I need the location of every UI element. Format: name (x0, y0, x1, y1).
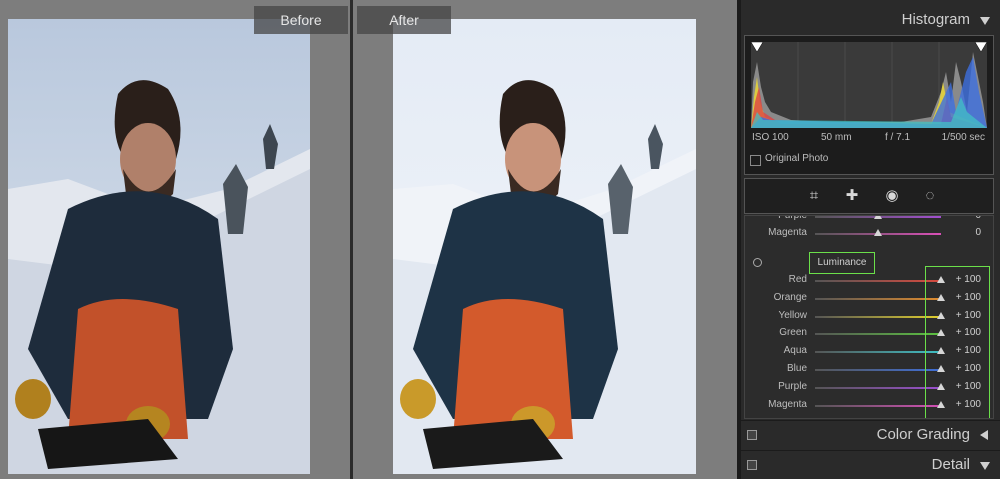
slider-value[interactable]: 0 (975, 216, 981, 221)
original-photo-label: Original Photo (765, 153, 829, 164)
slider-label: Magenta (768, 398, 807, 410)
panel-toggle-icon[interactable] (747, 430, 757, 440)
histogram-header[interactable]: Histogram (741, 6, 1000, 34)
hsl-panel: Purple 0 Magenta 0 Luminance Red + 100 Orange… (744, 215, 994, 419)
slider-track[interactable] (815, 315, 941, 318)
before-photo (8, 19, 310, 474)
luminance-tab[interactable]: Luminance (809, 252, 875, 274)
after-photo (393, 19, 696, 474)
slider-track[interactable] (815, 280, 941, 282)
slider-label: Blue (786, 363, 807, 374)
before-after-view: Before After (0, 0, 737, 479)
detail-title: Detail (931, 456, 970, 473)
slider-thumb[interactable] (874, 229, 882, 236)
histogram-box: ISO 100 50 mm f / 7.1 1/500 sec Original… (744, 35, 994, 175)
slider-track[interactable] (815, 369, 941, 371)
before-label[interactable]: Before (254, 6, 348, 34)
saturation-row-purple[interactable]: Purple 0 (745, 215, 993, 225)
slider-label: Orange (773, 291, 807, 303)
tool-strip: ⌗ ✚ ◉ ◌ (744, 178, 994, 214)
panel-edge (737, 0, 741, 479)
slider-label: Red (788, 274, 807, 285)
color-grading-header[interactable]: Color Grading (741, 420, 1000, 449)
slider-track[interactable] (815, 297, 941, 300)
detail-header[interactable]: Detail (741, 450, 1000, 479)
collapse-icon[interactable] (980, 17, 990, 25)
slider-label: Green (779, 327, 807, 339)
slider-thumb[interactable] (874, 216, 882, 219)
slider-label: Purple (778, 380, 807, 392)
aperture-readout: f / 7.1 (885, 132, 911, 143)
iso-readout: ISO 100 (752, 132, 789, 143)
collapse-icon[interactable] (980, 462, 990, 470)
slider-label: Yellow (778, 309, 807, 321)
histogram-title: Histogram (901, 11, 970, 28)
color-grading-title: Color Grading (876, 426, 970, 443)
crop-icon[interactable]: ⌗ (805, 187, 823, 205)
slider-label: Magenta (768, 227, 807, 238)
slider-track[interactable] (815, 386, 941, 389)
highlight-box (925, 266, 990, 418)
saturation-row-magenta[interactable]: Magenta 0 (745, 225, 993, 242)
slider-label: Aqua (783, 345, 807, 357)
heal-icon[interactable]: ✚ (843, 187, 861, 205)
after-pane: After (353, 0, 737, 479)
histogram-graph[interactable] (751, 42, 987, 128)
slider-track[interactable] (815, 351, 941, 354)
panel-toggle-icon[interactable] (747, 460, 757, 470)
slider-value[interactable]: 0 (975, 227, 981, 238)
slider-label: Purple (778, 215, 807, 221)
shutter-readout: 1/500 sec (941, 132, 985, 143)
redeye-icon[interactable]: ◉ (883, 187, 901, 205)
slider-track[interactable] (815, 404, 941, 407)
original-photo-checkbox[interactable] (750, 155, 761, 166)
after-label[interactable]: After (357, 6, 451, 34)
target-adjust-icon[interactable] (753, 258, 762, 267)
slider-track[interactable] (815, 333, 941, 336)
focal-length-readout: 50 mm (821, 132, 852, 143)
before-pane: Before (0, 0, 350, 479)
expand-icon[interactable] (980, 430, 988, 440)
mask-icon[interactable]: ◌ (921, 187, 939, 205)
